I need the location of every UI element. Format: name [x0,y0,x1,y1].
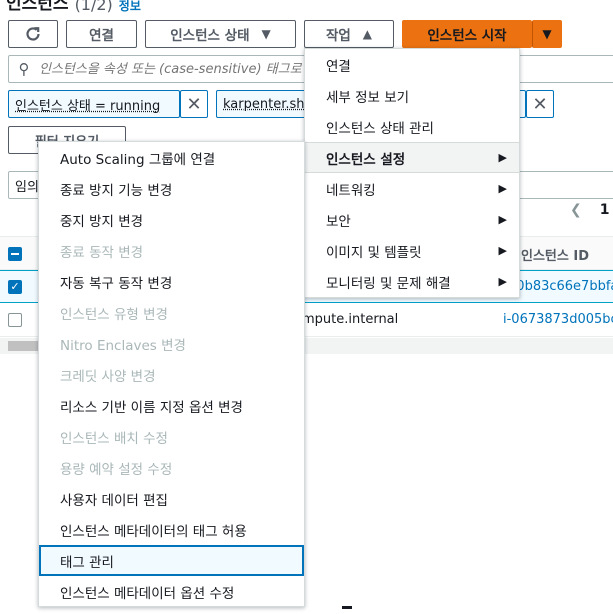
info-link[interactable]: 정보 [119,0,141,14]
caret-down-icon: ▼ [261,27,271,41]
column-header-instance-id[interactable]: 인스턴스 ID [521,245,589,264]
page-header: 인스턴스 (1/2) 정보 [6,0,141,14]
submenu-item-label: Nitro Enclaves 변경 [60,337,186,354]
submenu-item-label: 인스턴스 유형 변경 [60,306,168,323]
pagination: ❮ 1 [570,202,609,218]
submenu-item-label: 용량 예약 설정 수정 [60,461,173,478]
menu-item-label: 모니터링 및 문제 해결 [326,275,451,292]
submenu-item-label: 리소스 기반 이름 지정 옵션 변경 [60,399,243,416]
menu-item-label: 연결 [326,58,351,75]
refresh-button[interactable] [8,20,58,48]
submenu-item-placement: 인스턴스 배치 수정 [39,421,304,452]
submenu-item-termination-protection[interactable]: 종료 방지 기능 변경 [39,173,304,204]
actions-button[interactable]: 작업 ▲ [304,20,394,48]
refresh-icon [26,27,40,41]
menu-item-image-templates[interactable]: 이미지 및 템플릿 ▶ [305,235,519,266]
instance-id-link[interactable]: i-0673873d005bc [503,312,613,327]
submenu-item-label: 크레딧 사양 변경 [60,368,156,385]
menu-item-label: 보안 [326,213,351,230]
selection-count: (1/2) [74,0,113,14]
submenu-arrow-icon: ▶ [498,213,507,226]
search-icon: ⚲ [18,60,30,78]
launch-instance-button[interactable]: 인스턴스 시작 [402,20,532,48]
menu-item-label: 인스턴스 설정 [326,151,406,168]
submenu-item-label: 종료 동작 변경 [60,244,144,261]
instance-settings-submenu: Auto Scaling 그룹에 연결 종료 방지 기능 변경 중지 방지 변경… [38,141,305,607]
menu-item-label: 인스턴스 상태 관리 [326,120,434,137]
submenu-item-manage-tags[interactable]: 태그 관리 [39,545,304,576]
submenu-item-stop-protection[interactable]: 중지 방지 변경 [39,204,304,235]
instance-id-link[interactable]: i-0b83c66e7bbfa [508,279,613,294]
menu-item-instance-settings[interactable]: 인스턴스 설정 ▶ [305,142,519,173]
row-checkbox[interactable] [8,313,22,327]
submenu-item-label: 종료 방지 기능 변경 [60,182,173,199]
submenu-item-metadata-options[interactable]: 인스턴스 메타데이터 옵션 수정 [39,576,304,607]
menu-item-label: 세부 정보 보기 [326,89,410,106]
submenu-arrow-icon: ▶ [498,244,507,257]
menu-item-manage-state[interactable]: 인스턴스 상태 관리 [305,111,519,142]
filter-chip-label[interactable]: karpenter.sh [217,97,311,112]
instance-state-button[interactable]: 인스턴스 상태 ▼ [145,20,296,48]
connect-button[interactable]: 연결 [66,20,137,48]
caret-down-icon: ▼ [542,27,552,41]
remove-filter-icon[interactable]: ✕ [526,90,554,118]
submenu-arrow-icon: ▶ [498,275,507,288]
menu-item-label: 이미지 및 템플릿 [326,244,422,261]
submenu-item-metadata-tags[interactable]: 인스턴스 메타데이터의 태그 허용 [39,514,304,545]
submenu-item-label: 중지 방지 변경 [60,213,144,230]
submenu-item-nitro-enclaves: Nitro Enclaves 변경 [39,328,304,359]
instance-state-label: 인스턴스 상태 [170,28,250,44]
cursor-mark [342,606,352,609]
menu-item-connect[interactable]: 연결 [305,49,519,80]
submenu-item-capacity-reservation: 용량 예약 설정 수정 [39,452,304,483]
submenu-item-label: 인스턴스 메타데이터의 태그 허용 [60,523,247,540]
select-all-checkbox[interactable] [8,247,22,261]
submenu-arrow-icon: ▶ [498,151,507,164]
menu-item-security[interactable]: 보안 ▶ [305,204,519,235]
menu-item-monitoring[interactable]: 모니터링 및 문제 해결 ▶ [305,266,519,297]
submenu-item-attach-asg[interactable]: Auto Scaling 그룹에 연결 [39,142,304,173]
submenu-arrow-icon: ▶ [498,182,507,195]
remove-filter-icon[interactable]: ✕ [180,90,208,118]
launch-dropdown-button[interactable]: ▼ [532,20,562,48]
submenu-item-label: 태그 관리 [60,554,114,571]
menu-item-view-details[interactable]: 세부 정보 보기 [305,80,519,111]
submenu-item-label: 사용자 데이터 편집 [60,492,168,509]
actions-menu: 연결 세부 정보 보기 인스턴스 상태 관리 인스턴스 설정 ▶ 네트워킹 ▶ 보안… [304,48,520,298]
caret-up-icon: ▲ [362,27,373,41]
private-dns-cell: mpute.internal [302,312,399,327]
submenu-item-edit-user-data[interactable]: 사용자 데이터 편집 [39,483,304,514]
match-select-value: 임의 [15,179,39,195]
submenu-item-resource-naming[interactable]: 리소스 기반 이름 지정 옵션 변경 [39,390,304,421]
page-number[interactable]: 1 [600,202,610,218]
chevron-left-icon[interactable]: ❮ [570,202,582,218]
scrollbar-thumb[interactable] [8,341,38,351]
page-title: 인스턴스 [6,0,69,14]
submenu-item-label: 인스턴스 배치 수정 [60,430,168,447]
submenu-item-auto-recovery[interactable]: 자동 복구 동작 변경 [39,266,304,297]
menu-item-networking[interactable]: 네트워킹 ▶ [305,173,519,204]
row-checkbox[interactable]: ✓ [8,280,22,294]
filter-chip-instance-state: 인스턴스 상태 = running [8,90,180,118]
submenu-item-shutdown-behavior: 종료 동작 변경 [39,235,304,266]
menu-item-label: 네트워킹 [326,182,376,199]
submenu-item-instance-type: 인스턴스 유형 변경 [39,297,304,328]
submenu-item-credit-spec: 크레딧 사양 변경 [39,359,304,390]
submenu-item-label: 자동 복구 동작 변경 [60,275,173,292]
submenu-item-label: Auto Scaling 그룹에 연결 [60,151,216,168]
actions-label: 작업 [325,28,351,44]
filter-chip-label[interactable]: 인스턴스 상태 = running [9,95,166,114]
submenu-item-label: 인스턴스 메타데이터 옵션 수정 [60,585,235,602]
